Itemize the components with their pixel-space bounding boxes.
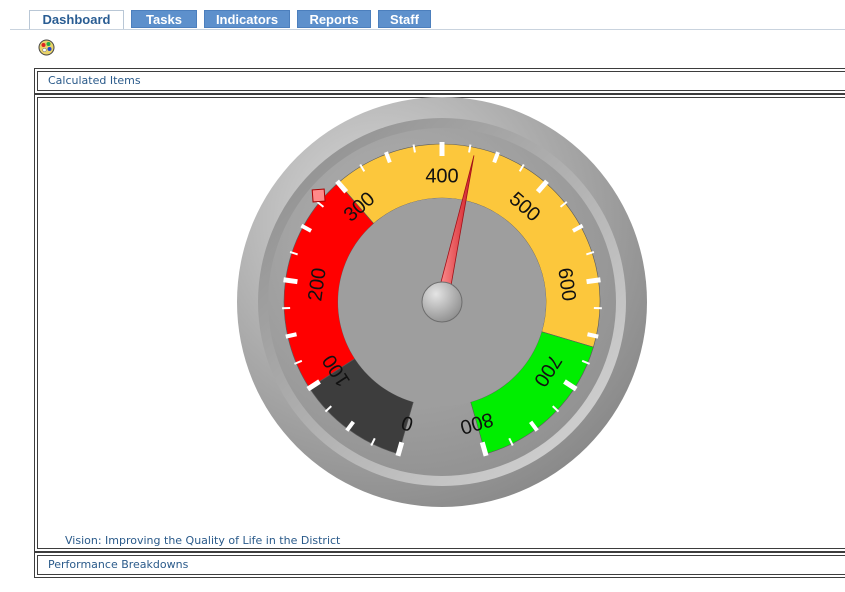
gauge-tick: [285, 332, 297, 339]
color-palette-icon[interactable]: [38, 39, 55, 56]
calculated-items-title: Calculated Items: [48, 74, 141, 87]
tab-staff[interactable]: Staff: [378, 10, 431, 28]
tab-indicators[interactable]: Indicators: [204, 10, 290, 28]
gauge-tick-label: 400: [425, 165, 458, 187]
gauge-tick-label: 600: [553, 266, 579, 302]
vision-link[interactable]: Vision: Improving the Quality of Life in…: [65, 534, 340, 547]
gauge-range-marker: [311, 188, 326, 203]
gauge-hub: [421, 281, 463, 323]
range-marker: [311, 188, 326, 203]
tab-tasks[interactable]: Tasks: [131, 10, 197, 28]
calculated-items-panel: Calculated Items: [34, 68, 845, 94]
tab-underline: [10, 29, 845, 30]
gauge-tick: [412, 144, 416, 153]
performance-breakdowns-panel: Performance Breakdowns: [34, 552, 845, 578]
dial-gauge: 0100200300400500600700800: [237, 97, 647, 507]
tab-reports[interactable]: Reports: [297, 10, 371, 28]
gauge-tick: [586, 277, 601, 285]
gauge-tick: [587, 332, 599, 339]
gauge-tick-label: 200: [304, 266, 330, 302]
tab-dashboard[interactable]: Dashboard: [29, 10, 124, 30]
performance-breakdowns-title: Performance Breakdowns: [48, 558, 189, 571]
gauge-tick: [283, 277, 298, 285]
gauge-tick: [468, 144, 472, 153]
